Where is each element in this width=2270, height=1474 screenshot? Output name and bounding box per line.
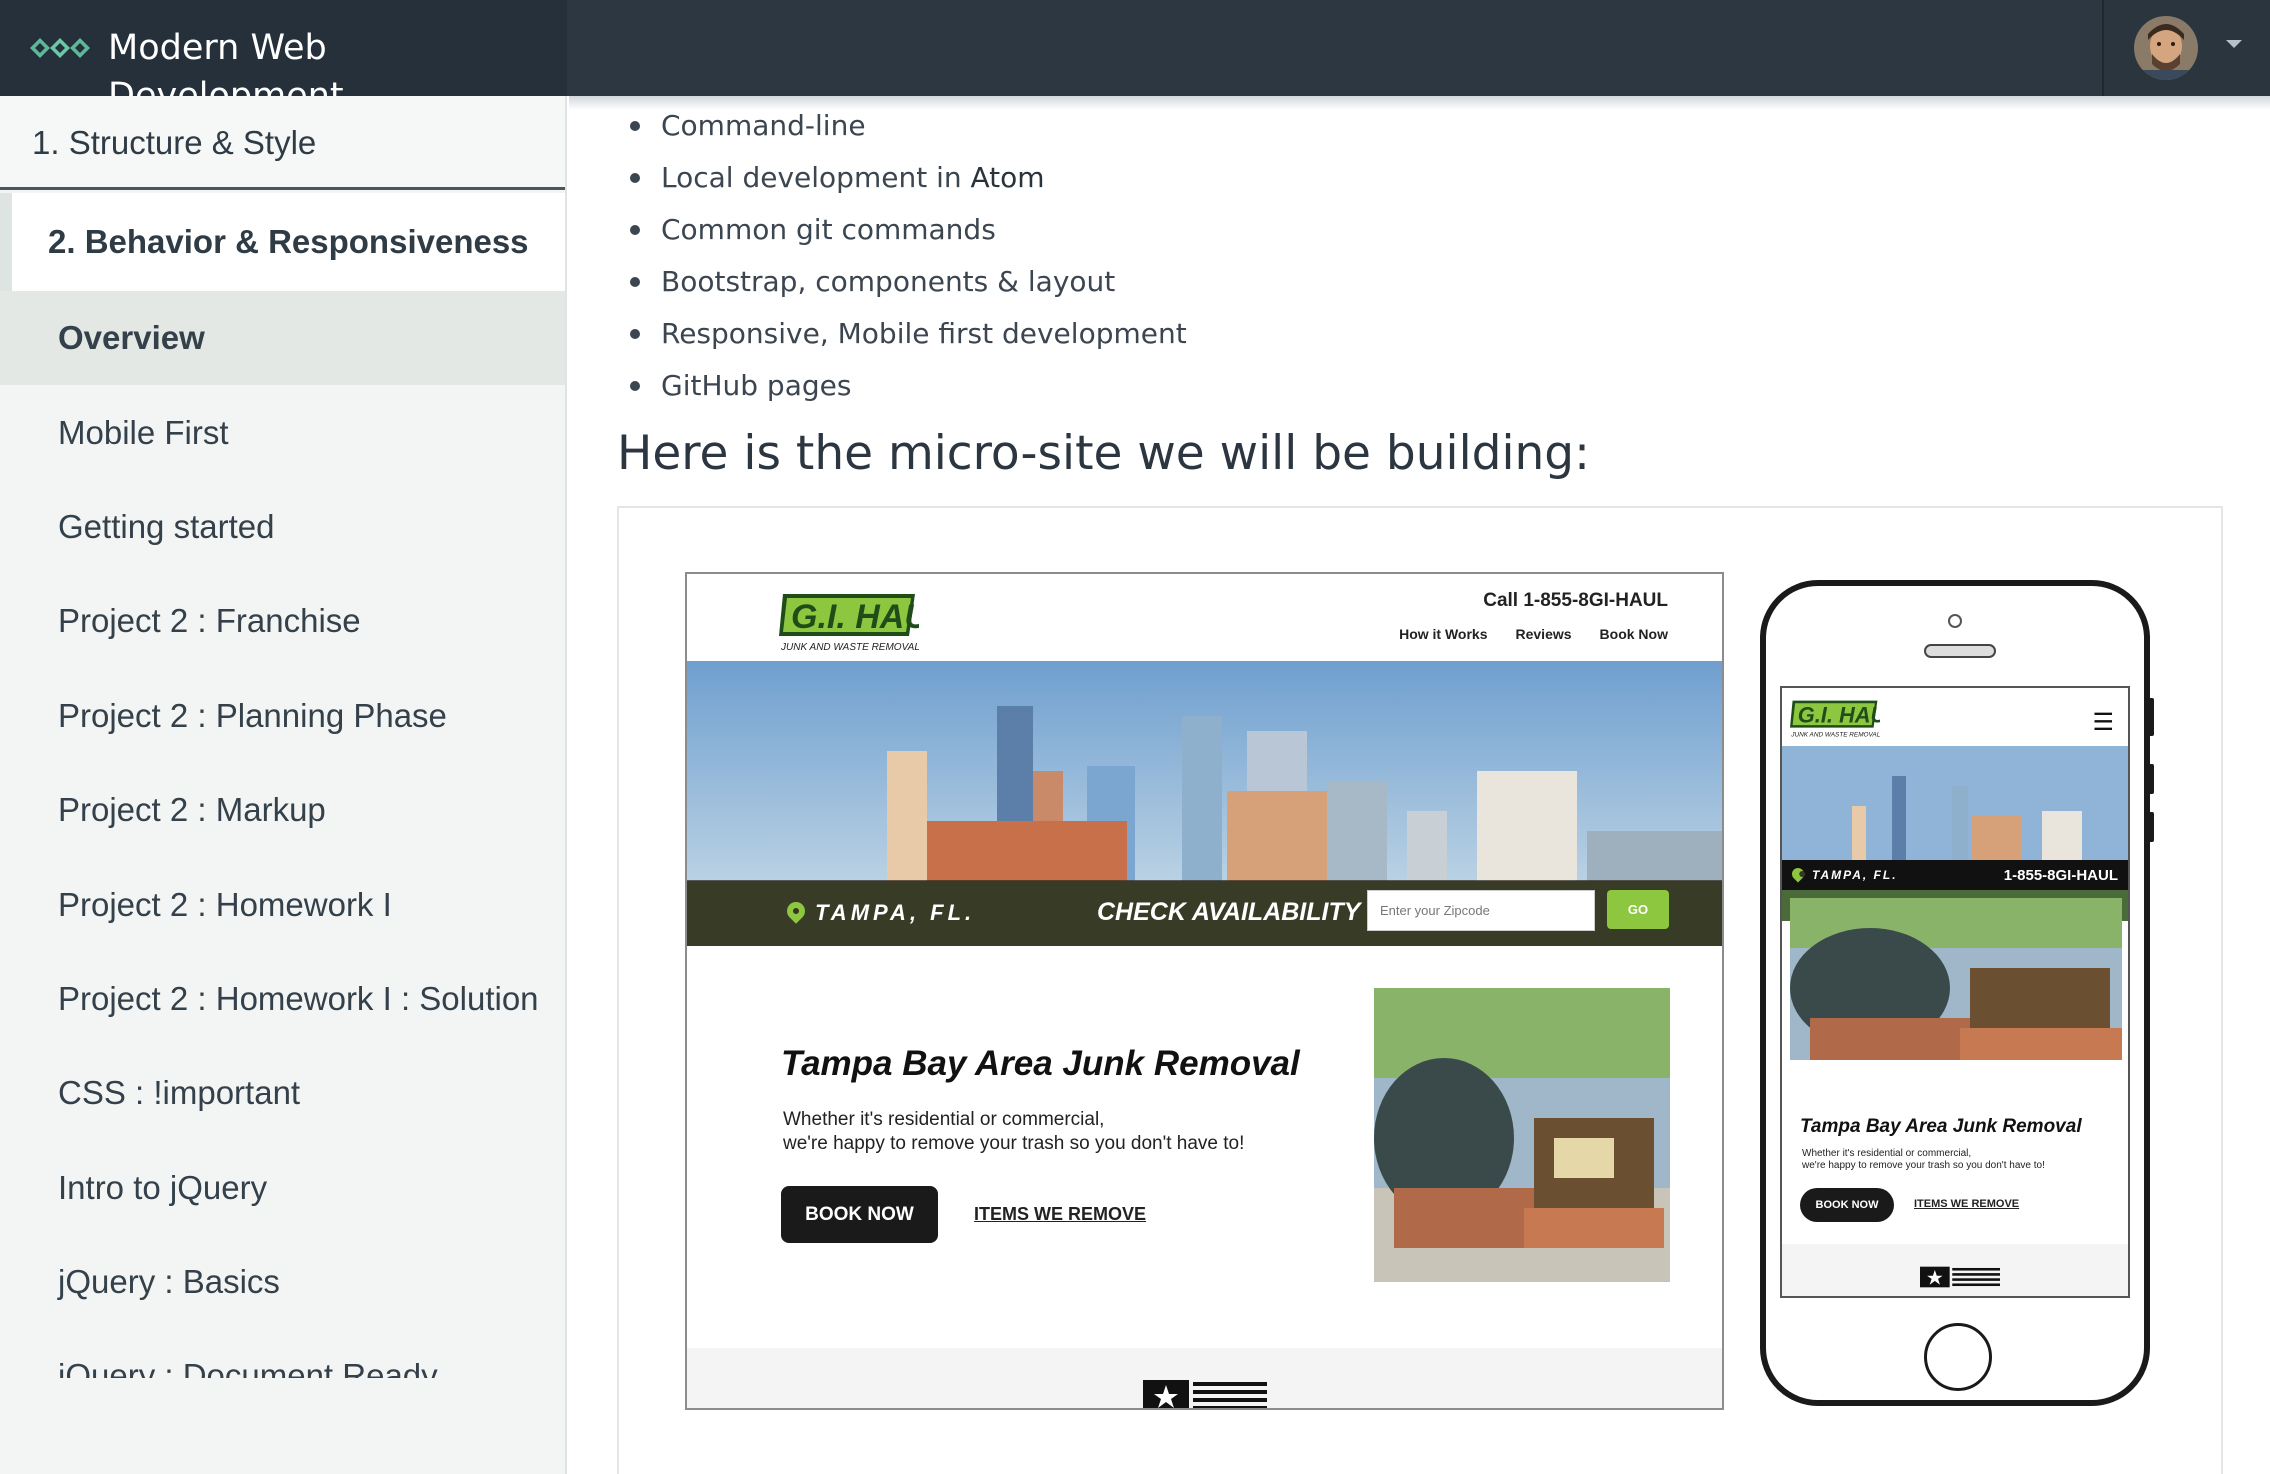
lesson-item-homework-1-solution[interactable]: Project 2 : Homework I : Solution: [0, 952, 565, 1046]
book-now-button: BOOK NOW: [1800, 1188, 1894, 1222]
list-item: GitHub pages: [630, 360, 1187, 412]
book-now-button: BOOK NOW: [781, 1186, 938, 1243]
lesson-item-jquery-document-ready[interactable]: jQuery : Document Ready: [0, 1329, 565, 1378]
avatar: [2134, 16, 2198, 80]
caret-down-icon: [2226, 40, 2242, 48]
diamond-chain-icon: [30, 38, 90, 58]
lesson-item-css-important[interactable]: CSS : !important: [0, 1046, 565, 1140]
main-content[interactable]: Command-line Local development in Atom C…: [569, 96, 2270, 1474]
phone-mockup: G.I. HAUL JUNK AND WASTE REMOVAL ☰ TAMPA…: [1760, 580, 2154, 1406]
hot-tub-junk-photo: [1790, 898, 2122, 1060]
phone-side-button: [2148, 698, 2154, 736]
brand[interactable]: Modern Web Development: [0, 0, 567, 116]
map-pin-icon: [1789, 865, 1807, 883]
mock-headline: Tampa Bay Area Junk Removal: [781, 1044, 1300, 1083]
availability-bar: TAMPA, FL. CHECK AVAILABILITY Enter your…: [687, 880, 1722, 946]
lesson-list: Overview Mobile First Getting started Pr…: [0, 291, 565, 1378]
phone-number: 1-855-8GI-HAUL: [2003, 867, 2118, 884]
hot-tub-junk-photo: [1374, 988, 1670, 1282]
check-availability-label: CHECK AVAILABILITY: [1097, 898, 1361, 926]
mock-headline: Tampa Bay Area Junk Removal: [1800, 1116, 2082, 1137]
phone-speaker: [1924, 644, 1996, 658]
mock-nav-item: How it Works: [1399, 626, 1488, 642]
user-menu[interactable]: [2102, 0, 2270, 96]
phone-side-button: [2148, 812, 2154, 842]
topic-list: Command-line Local development in Atom C…: [630, 100, 1187, 412]
city-label: TAMPA, FL.: [1812, 868, 1898, 882]
sidebar-section-label: 1. Structure & Style: [32, 124, 317, 161]
phone-home-button: [1924, 1323, 1992, 1391]
atom-emphasis: Atom: [970, 161, 1045, 194]
mock-paragraph: Whether it's residential or commercial, …: [783, 1109, 1245, 1154]
items-we-remove-link: ITEMS WE REMOVE: [974, 1204, 1147, 1224]
top-bar: Modern Web Development: [0, 0, 2270, 116]
map-pin-icon: [783, 898, 809, 924]
list-item: Bootstrap, components & layout: [630, 256, 1187, 308]
logo-tagline: JUNK AND WASTE REMOVAL: [1790, 732, 1880, 739]
section-heading: Here is the micro-site we will be buildi…: [617, 426, 1590, 481]
zipcode-field: Enter your Zipcode: [1367, 890, 1595, 931]
gi-haul-logo: G.I. HAUL JUNK AND WASTE REMOVAL: [1790, 700, 1880, 739]
sidebar: 1. Structure & Style 2. Behavior & Respo…: [0, 96, 567, 1378]
flag-icon: [1143, 1380, 1267, 1408]
mock-nav-item: Book Now: [1599, 626, 1668, 642]
header-shadow: [569, 96, 2270, 110]
mock-nav-item: Reviews: [1515, 626, 1572, 642]
sidebar-section-label: 2. Behavior & Responsiveness: [48, 223, 529, 260]
hamburger-icon: ☰: [2092, 709, 2114, 736]
mock-footer: [687, 1348, 1722, 1408]
desktop-mockup: G.I. HAUL JUNK AND WASTE REMOVAL Call 1-…: [685, 572, 1724, 1410]
go-button: GO: [1607, 890, 1669, 929]
mock-nav: How it Works Reviews Book Now: [1399, 626, 1668, 642]
list-item: Local development in Atom: [630, 152, 1187, 204]
mock-footer: [1782, 1244, 2128, 1296]
phone-info-bar: TAMPA, FL. 1-855-8GI-HAUL: [1782, 860, 2128, 890]
top-bar-spacer: [567, 0, 2102, 96]
lesson-item-markup[interactable]: Project 2 : Markup: [0, 763, 565, 857]
micro-site-preview-figure: G.I. HAUL JUNK AND WASTE REMOVAL Call 1-…: [617, 506, 2223, 1474]
lesson-item-getting-started[interactable]: Getting started: [0, 480, 565, 574]
lesson-item-overview[interactable]: Overview: [0, 291, 565, 386]
sidebar-footer: [0, 1378, 567, 1474]
list-item: Responsive, Mobile first development: [630, 308, 1187, 360]
lesson-item-franchise[interactable]: Project 2 : Franchise: [0, 574, 565, 668]
tampa-skyline-image: [1782, 746, 2128, 921]
call-link: Call 1-855-8GI-HAUL: [1483, 590, 1668, 611]
lesson-item-planning-phase[interactable]: Project 2 : Planning Phase: [0, 669, 565, 763]
lesson-item-homework-1[interactable]: Project 2 : Homework I: [0, 857, 565, 951]
mock-paragraph: Whether it's residential or commercial, …: [1802, 1148, 2045, 1171]
phone-screen: G.I. HAUL JUNK AND WASTE REMOVAL ☰ TAMPA…: [1780, 686, 2130, 1298]
sidebar-section-structure-style[interactable]: 1. Structure & Style: [0, 96, 565, 190]
gi-haul-logo: G.I. HAUL JUNK AND WASTE REMOVAL: [779, 594, 919, 653]
lesson-item-mobile-first[interactable]: Mobile First: [0, 385, 565, 479]
list-item: Common git commands: [630, 204, 1187, 256]
city-label: TAMPA, FL.: [815, 900, 976, 925]
sidebar-section-behavior-responsiveness[interactable]: 2. Behavior & Responsiveness: [0, 193, 565, 291]
logo-tagline: JUNK AND WASTE REMOVAL: [780, 642, 919, 653]
logo-text: G.I. HAUL: [791, 598, 919, 636]
lesson-item-jquery-basics[interactable]: jQuery : Basics: [0, 1235, 565, 1329]
lesson-item-intro-jquery[interactable]: Intro to jQuery: [0, 1141, 565, 1235]
logo-text: G.I. HAUL: [1798, 703, 1880, 728]
phone-side-button: [2148, 764, 2154, 794]
items-we-remove-link: ITEMS WE REMOVE: [1914, 1198, 2020, 1210]
phone-camera: [1948, 614, 1962, 628]
flag-icon: [1920, 1266, 2000, 1288]
